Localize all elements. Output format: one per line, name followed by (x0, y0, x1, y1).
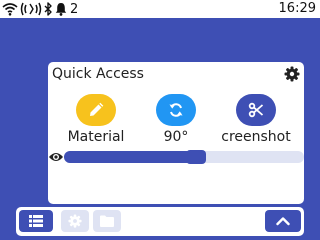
wifi-icon (2, 3, 18, 16)
signal-icon (20, 2, 42, 16)
quick-access-panel: Quick Access Material 90° creenshot (48, 62, 304, 204)
screenshot-action[interactable]: creenshot (214, 94, 298, 145)
bluetooth-icon (44, 2, 52, 16)
settings-button[interactable] (61, 210, 89, 232)
slider-fill (64, 151, 196, 163)
material-action[interactable]: Material (54, 94, 138, 145)
rotate-icon (169, 103, 183, 117)
screenshot-label: creenshot (221, 129, 291, 145)
scissors-icon (248, 102, 264, 118)
list-icon (29, 215, 43, 227)
eye-icon (49, 153, 63, 161)
folder-icon (100, 215, 114, 227)
rotate-button[interactable] (156, 94, 196, 126)
folder-button[interactable] (93, 210, 121, 232)
slider-knob[interactable] (186, 150, 206, 164)
screenshot-button[interactable] (236, 94, 276, 126)
opacity-slider[interactable] (64, 150, 304, 164)
settings-icon (68, 214, 82, 228)
list-button[interactable] (19, 210, 53, 232)
status-bar: 2 16:29 (0, 0, 320, 18)
pencil-icon (90, 102, 104, 116)
panel-title: Quick Access (52, 66, 144, 82)
taskbar (16, 207, 304, 236)
expand-button[interactable] (265, 210, 301, 232)
notification-count: 2 (70, 1, 79, 17)
material-label: Material (67, 129, 125, 145)
gear-icon[interactable] (284, 66, 300, 82)
bell-icon (55, 3, 67, 16)
rotate-label: 90° (163, 129, 189, 145)
material-button[interactable] (76, 94, 116, 126)
status-icons: 2 (2, 0, 78, 18)
rotate-action[interactable]: 90° (134, 94, 218, 145)
chevron-up-icon (276, 217, 290, 226)
clock: 16:29 (278, 1, 316, 16)
